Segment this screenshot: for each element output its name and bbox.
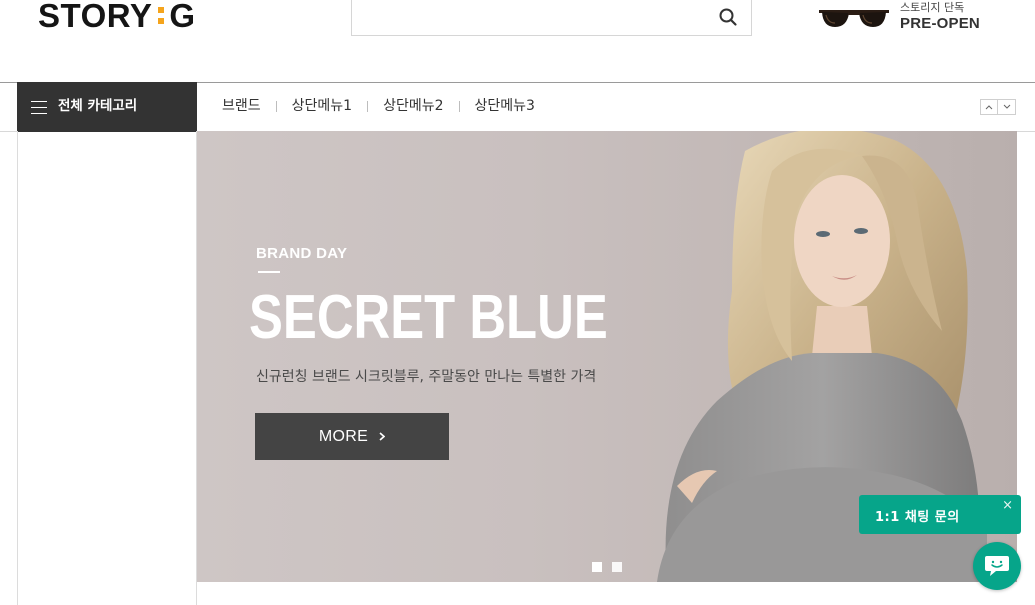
slide-dot-1[interactable] [592, 562, 602, 572]
search-box [351, 0, 752, 36]
promo-text: 스토리지 단독 PRE-OPEN [900, 1, 980, 32]
hamburger-icon [31, 100, 47, 114]
menu-divider [367, 101, 369, 112]
slide-dot-2[interactable] [612, 562, 622, 572]
top-navigation: 전체 카테고리 브랜드 상단메뉴1 상단메뉴2 상단메뉴3 [0, 82, 1035, 132]
banner-description: 신규런칭 브랜드 시크릿블루, 주말동안 만나는 특별한 가격 [256, 369, 597, 385]
all-category-button[interactable]: 전체 카테고리 [17, 82, 197, 132]
logo-separator [158, 6, 165, 24]
chevron-up-icon[interactable] [980, 99, 998, 115]
close-icon[interactable]: × [1002, 498, 1013, 513]
search-input[interactable] [352, 0, 692, 35]
menu-item-2[interactable]: 상단메뉴2 [383, 95, 443, 115]
menu-item-brand[interactable]: 브랜드 [222, 95, 261, 115]
promo-title: PRE-OPEN [900, 14, 980, 32]
promo-subtitle: 스토리지 단독 [900, 1, 965, 15]
logo-text-left: STORY [38, 0, 153, 34]
menu-item-1[interactable]: 상단메뉴1 [292, 95, 352, 115]
category-sidebar [17, 131, 197, 605]
slide-indicators [592, 562, 622, 572]
sunglasses-icon [818, 3, 890, 31]
promo-banner[interactable]: 스토리지 단독 PRE-OPEN [818, 0, 980, 34]
more-button-label: MORE [318, 427, 369, 445]
logo[interactable]: STORY G [38, 0, 196, 33]
chat-bubble-icon [985, 556, 1009, 576]
more-button[interactable]: MORE [255, 413, 449, 460]
all-category-label: 전체 카테고리 [58, 98, 138, 114]
top-menu: 브랜드 상단메뉴1 상단메뉴2 상단메뉴3 [222, 95, 535, 115]
menu-divider [458, 101, 460, 112]
chat-inquiry-label: 1:1 채팅 문의 [875, 510, 960, 525]
chat-button[interactable] [973, 542, 1021, 590]
nav-scroll-arrows [980, 99, 1016, 115]
banner-subtitle: BRAND DAY [256, 245, 348, 262]
menu-divider [275, 101, 277, 112]
menu-item-3[interactable]: 상단메뉴3 [475, 95, 535, 115]
banner-title: SECRET BLUE [249, 283, 608, 352]
chevron-down-icon[interactable] [998, 99, 1016, 115]
search-icon[interactable] [717, 6, 739, 28]
chat-inquiry-tab[interactable]: 1:1 채팅 문의 × [859, 495, 1021, 534]
logo-text-right: G [169, 0, 196, 34]
chevron-right-icon [379, 432, 386, 441]
banner-subtitle-underline [258, 271, 280, 273]
